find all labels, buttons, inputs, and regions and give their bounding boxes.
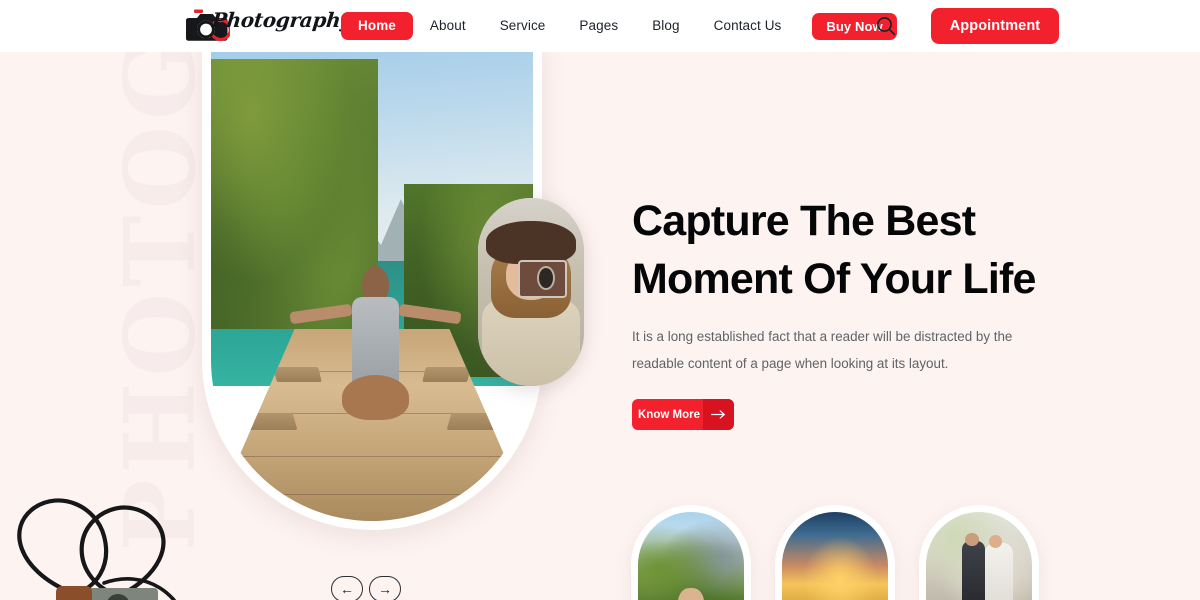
nav-item-service[interactable]: Service: [483, 0, 563, 52]
carousel-prev-button[interactable]: ←: [331, 576, 363, 600]
hero-content: Capture The Best Moment Of Your Life It …: [632, 192, 1062, 430]
thumbnail-item[interactable]: [631, 505, 751, 600]
thumbnail-image-nature: [638, 512, 744, 600]
appointment-button[interactable]: Appointment: [931, 8, 1059, 44]
arrow-right-icon: [703, 399, 734, 430]
thumbnail-item[interactable]: [919, 505, 1039, 600]
carousel-next-button[interactable]: →: [369, 576, 401, 600]
logo-text: Photography: [210, 8, 354, 32]
arrow-left-icon: ←: [340, 581, 354, 597]
nav-item-pages[interactable]: Pages: [562, 0, 635, 52]
camera-prop-image: [17, 498, 176, 600]
appointment-button-label: Appointment: [949, 18, 1041, 34]
arrow-right-glyph: [711, 410, 725, 419]
arrow-right-icon: →: [378, 581, 392, 597]
site-header: Photography Home About Service Pages Blo…: [0, 0, 1200, 52]
hero-title-line-1: Capture The Best: [632, 197, 976, 245]
nav-item-contact-us[interactable]: Contact Us: [697, 0, 799, 52]
hero-subject: [289, 266, 462, 439]
search-icon: [877, 17, 896, 36]
know-more-button-label: Know More: [638, 408, 700, 421]
thumbnail-image-wedding: [926, 512, 1032, 600]
nav-item-blog[interactable]: Blog: [635, 0, 696, 52]
hero-title-line-2: Moment Of Your Life: [632, 255, 1036, 303]
nav-item-home[interactable]: Home: [341, 12, 413, 40]
carousel-navigation: ← →: [331, 576, 401, 600]
know-more-button[interactable]: Know More: [632, 399, 734, 430]
nav-item-about[interactable]: About: [413, 0, 483, 52]
logo[interactable]: Photography: [186, 3, 353, 47]
thumbnail-image-sunflowers: [782, 512, 888, 600]
hero-paragraph: It is a long established fact that a rea…: [632, 329, 1013, 371]
hero-pill-image: [478, 198, 584, 386]
thumbnail-gallery: [631, 505, 1039, 600]
hero-title: Capture The Best Moment Of Your Life: [632, 192, 1062, 308]
main-nav: Home About Service Pages Blog Contact Us…: [341, 0, 897, 52]
thumbnail-item[interactable]: [775, 505, 895, 600]
search-button[interactable]: [874, 14, 898, 38]
page-root: PHOTOGRAPHY Photography Home About Servi…: [0, 0, 1200, 600]
